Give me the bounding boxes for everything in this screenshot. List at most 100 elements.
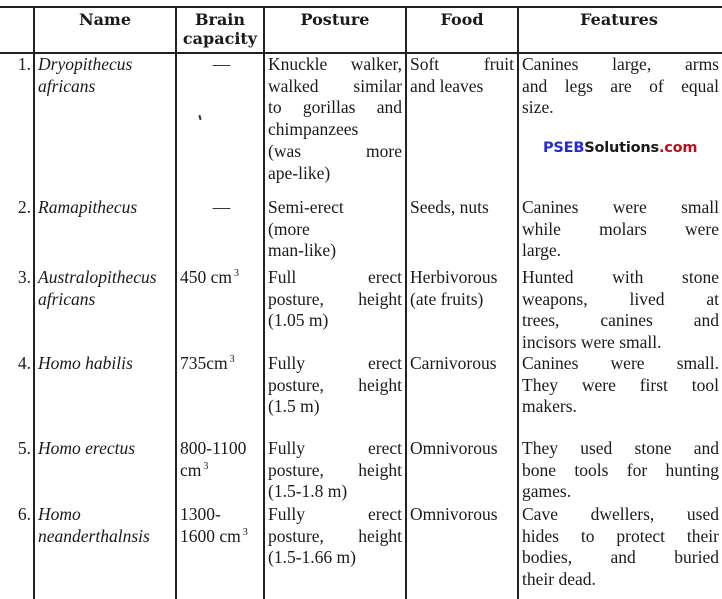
row-number: 2. (17, 197, 31, 217)
unit-exponent: 3 (234, 268, 240, 279)
cell-line: (1.5 m) (268, 396, 320, 417)
cell-line: trees, canines and (522, 310, 719, 331)
cell-line: 800-1100 (180, 438, 263, 460)
brain-value: cm (180, 459, 202, 480)
unit-exponent: 3 (242, 526, 248, 538)
features-description: Cave dwellers, used hides to protect thei… (519, 504, 722, 591)
brain-value: 450 cm (180, 267, 233, 287)
row-number: 5. (17, 438, 31, 458)
unit-exponent: 3 (229, 354, 235, 365)
table-top-border (0, 6, 722, 8)
cell-line: their dead. (522, 569, 596, 590)
cell-line: walked similar (268, 75, 402, 96)
posture-description: Semi-erect (more man-like) (265, 197, 405, 262)
cell-line: Carnivorous (410, 353, 497, 373)
header-brain-line1: Brain (194, 10, 246, 29)
cell-line: (ate fruits) (410, 288, 484, 309)
header-posture: Posture (300, 10, 370, 29)
cell-line: Cave dwellers, used (522, 504, 719, 524)
cell-line: chimpanzees (268, 119, 359, 140)
brain-capacity: — (177, 197, 263, 219)
species-name: Homo neanderthalnsis (35, 504, 175, 547)
brain-capacity: 800-1100 cm 3 (177, 438, 263, 481)
cell-line: They used stone and (522, 438, 719, 458)
brain-capacity: — (177, 54, 263, 76)
cell-line: Herbivorous (410, 267, 498, 287)
cell-line: They were first tool (522, 374, 719, 395)
features-description: Hunted with stone weapons, lived at trees,… (519, 267, 722, 354)
cell-line: bone tools for hunting (522, 459, 719, 480)
brain-value: 735cm (180, 353, 228, 373)
features-description: Canines were small while molars were large… (519, 197, 722, 262)
brain-value: 1600 cm (180, 525, 241, 546)
cell-line: hides to protect their (522, 525, 719, 546)
cell-line: 1300- (180, 504, 263, 526)
cell-line: large. (522, 240, 562, 261)
scan-speck (198, 114, 202, 121)
cell-line: man-like) (268, 240, 337, 261)
cell-line: neanderthalnsis (38, 525, 150, 546)
posture-description: Knuckle walker, walked similar to gorillas… (265, 54, 405, 184)
cell-line: Full erect (268, 267, 402, 287)
cell-line: Homo (38, 504, 81, 524)
cell-line: cm 3 (180, 460, 263, 482)
cell-line: Hunted with stone (522, 267, 719, 287)
header-name: Name (78, 10, 132, 29)
features-description: Canines were small. They were first tool m… (519, 353, 722, 418)
features-description: Canines large, arms and legs are of equal… (519, 54, 722, 119)
cell-line: posture, height (268, 525, 402, 546)
cell-line: Canines large, arms (522, 54, 719, 74)
cell-line: Soft fruit (410, 54, 514, 74)
cell-line: makers. (522, 396, 577, 417)
cell-line: Omnivorous (410, 438, 498, 458)
cell-line: Dryopithecus (38, 54, 133, 74)
cell-line: Omnivorous (410, 504, 498, 524)
cell-line: africans (38, 75, 96, 96)
cell-line: (1.5-1.8 m) (268, 481, 348, 502)
header-brain-capacity: Brain capacity (177, 10, 263, 48)
features-description: They used stone and bone tools for huntin… (519, 438, 722, 503)
species-name: Dryopithecus africans (35, 54, 175, 97)
cell-line: Fully erect (268, 353, 402, 373)
food-description: Herbivorous (ate fruits) (407, 267, 517, 310)
cell-line: Seeds, nuts (410, 197, 489, 217)
brain-capacity: 735cm 3 (177, 353, 263, 375)
posture-description: Fully erect posture, height (1.5-1.8 m) (265, 438, 405, 503)
cell-line: games. (522, 481, 572, 502)
cell-line: Canines were small (522, 197, 719, 217)
cell-line: Homo erectus (38, 438, 136, 458)
cell-line: posture, height (268, 459, 402, 480)
watermark-part2: Solutions (584, 140, 659, 156)
posture-description: Fully erect posture, height (1.5-1.66 m) (265, 504, 405, 569)
cell-line: Canines were small. (522, 353, 719, 373)
brain-capacity: 450 cm 3 (177, 267, 263, 289)
cell-line: bodies, and buried (522, 547, 719, 568)
cell-line: Homo habilis (38, 353, 133, 373)
cell-line: size. (522, 97, 554, 118)
food-description: Omnivorous (407, 504, 517, 526)
unit-exponent: 3 (203, 460, 209, 472)
cell-line: ape-like) (268, 162, 331, 183)
cell-line: to gorillas and (268, 97, 402, 118)
cell-line: weapons, lived at (522, 288, 719, 309)
species-name: Australopithecus africans (35, 267, 175, 310)
cell-line: posture, height (268, 374, 402, 395)
food-description: Carnivorous (407, 353, 517, 375)
cell-line: 1600 cm 3 (180, 526, 263, 548)
watermark-logo: PSEBSolutions.com (543, 140, 698, 156)
row-number: 6. (17, 504, 31, 524)
brain-value: 1300- (180, 504, 221, 524)
food-description: Soft fruit and leaves (407, 54, 517, 97)
watermark-part3: .com (658, 140, 698, 156)
cell-line: posture, height (268, 288, 402, 309)
brain-capacity: 1300- 1600 cm 3 (177, 504, 263, 547)
cell-line: while molars were (522, 218, 719, 239)
cell-line: Knuckle walker, (268, 54, 402, 74)
comparison-table: Name Brain capacity Posture Food Feature… (0, 0, 722, 599)
brain-value: 800-1100 (180, 438, 247, 458)
cell-line: (1.5-1.66 m) (268, 547, 356, 568)
header-food: Food (440, 10, 484, 29)
posture-description: Full erect posture, height (1.05 m) (265, 267, 405, 332)
cell-line: Fully erect (268, 504, 402, 524)
cell-line: Australopithecus (38, 267, 157, 287)
